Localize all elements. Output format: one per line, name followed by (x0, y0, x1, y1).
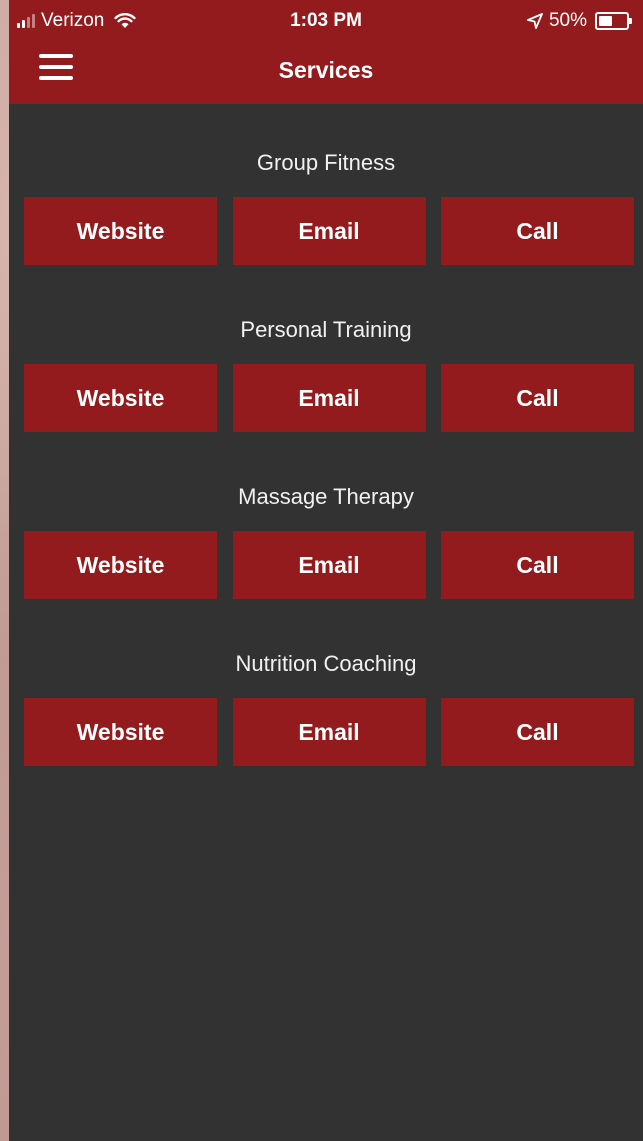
call-button[interactable]: Call (441, 197, 634, 265)
email-button[interactable]: Email (232, 197, 426, 265)
battery-icon (595, 12, 632, 30)
battery-fill (599, 16, 612, 26)
email-button[interactable]: Email (232, 698, 426, 766)
status-bar: Verizon 1:03 PM 50% (9, 0, 643, 40)
page-title: Services (278, 57, 374, 83)
app-header: Verizon 1:03 PM 50% Services (9, 0, 643, 104)
service-group-fitness: Group Fitness Website Email Call (9, 104, 643, 271)
service-massage-therapy: Massage Therapy Website Email Call (9, 438, 643, 605)
battery-percent: 50% (548, 10, 587, 31)
service-actions: Website Email Call (24, 364, 634, 432)
service-title: Massage Therapy (238, 484, 414, 509)
service-personal-training: Personal Training Website Email Call (9, 271, 643, 438)
service-nutrition-coaching: Nutrition Coaching Website Email Call (9, 605, 643, 772)
call-button[interactable]: Call (441, 698, 634, 766)
website-button[interactable]: Website (24, 364, 217, 432)
website-button[interactable]: Website (24, 197, 217, 265)
location-arrow-icon (527, 13, 543, 29)
website-button[interactable]: Website (24, 531, 217, 599)
service-title: Personal Training (240, 317, 412, 342)
call-button[interactable]: Call (441, 531, 634, 599)
service-title: Group Fitness (256, 150, 396, 175)
email-button[interactable]: Email (232, 364, 426, 432)
service-actions: Website Email Call (24, 531, 634, 599)
nav-bar: Services (9, 40, 643, 104)
status-right: 50% (527, 10, 632, 32)
service-title: Nutrition Coaching (235, 651, 417, 676)
service-actions: Website Email Call (24, 698, 634, 766)
app-screen: Verizon 1:03 PM 50% Services Group Fitne… (9, 0, 643, 1141)
website-button[interactable]: Website (24, 698, 217, 766)
call-button[interactable]: Call (441, 364, 634, 432)
email-button[interactable]: Email (232, 531, 426, 599)
services-list: Group Fitness Website Email Call Persona… (9, 104, 643, 772)
service-actions: Website Email Call (24, 197, 634, 265)
